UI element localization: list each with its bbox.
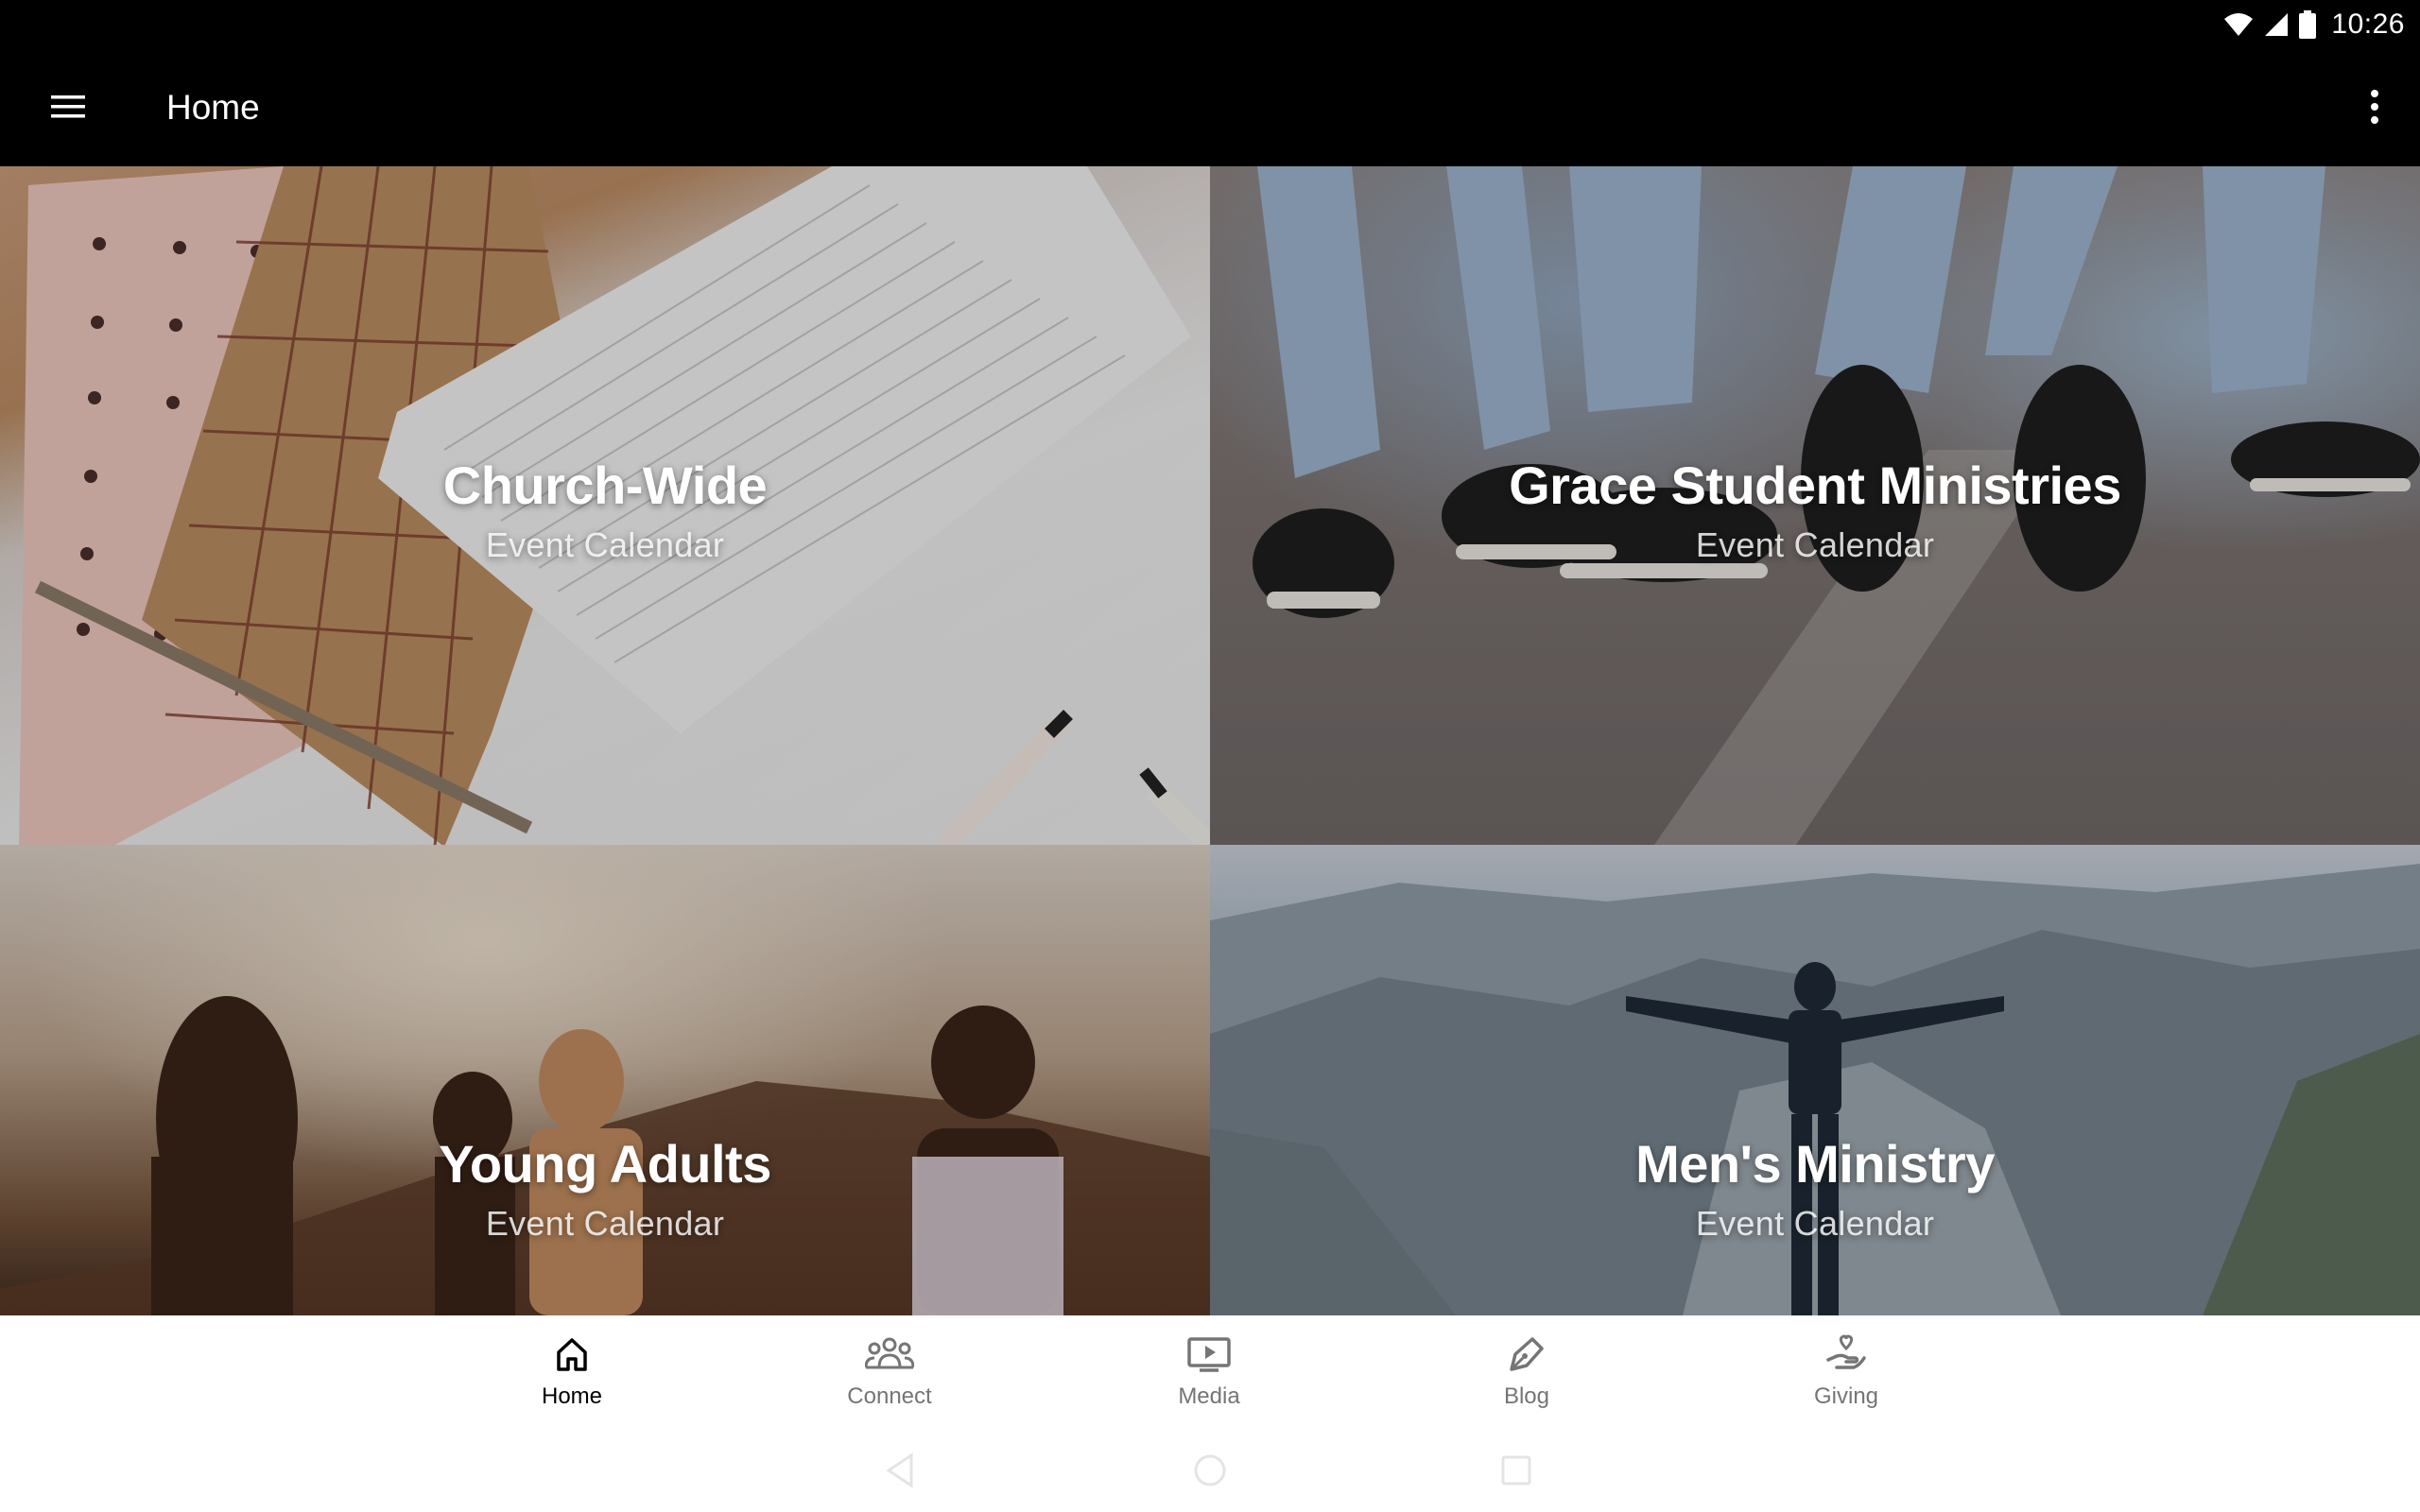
back-icon[interactable] xyxy=(870,1440,930,1501)
tile-mens-ministry[interactable]: Men's Ministry Event Calendar xyxy=(1210,845,2420,1315)
nav-label: Home xyxy=(541,1383,603,1409)
recents-icon[interactable] xyxy=(1486,1440,1547,1501)
home-icon xyxy=(553,1332,591,1376)
tile-young-adults[interactable]: Young Adults Event Calendar xyxy=(0,845,1210,1315)
app-bar: Home xyxy=(0,48,2420,166)
tile-subtitle: Event Calendar xyxy=(485,1204,725,1243)
tile-subtitle: Event Calendar xyxy=(1695,1204,1935,1243)
tile-church-wide[interactable]: Church-Wide Event Calendar xyxy=(0,166,1210,845)
giving-hand-icon xyxy=(1825,1332,1867,1376)
tile-scrim xyxy=(0,845,1210,1315)
nav-label: Media xyxy=(1178,1383,1240,1409)
home-circle-icon[interactable] xyxy=(1180,1440,1240,1501)
page-title: Home xyxy=(166,88,260,127)
nav-giving[interactable]: Giving xyxy=(1733,1315,1960,1429)
calendar-tile-grid: Church-Wide Event Calendar Grace Student… xyxy=(0,166,2420,1315)
pen-icon xyxy=(1506,1332,1547,1376)
signal-icon xyxy=(2263,11,2290,38)
nav-home[interactable]: Home xyxy=(458,1315,685,1429)
play-screen-icon xyxy=(1186,1332,1232,1376)
status-time: 10:26 xyxy=(2331,8,2405,40)
tile-title: Men's Ministry xyxy=(1635,1134,1995,1194)
system-navigation-bar xyxy=(0,1429,2420,1512)
wifi-icon xyxy=(2223,11,2254,38)
tile-title: Church-Wide xyxy=(442,455,768,515)
hamburger-menu-icon[interactable] xyxy=(40,80,96,133)
status-bar: 10:26 xyxy=(0,0,2420,48)
tile-caption: Church-Wide Event Calendar xyxy=(0,455,1210,565)
nav-connect[interactable]: Connect xyxy=(776,1315,1003,1429)
tile-grace-student-ministries[interactable]: Grace Student Ministries Event Calendar xyxy=(1210,166,2420,845)
tile-caption: Grace Student Ministries Event Calendar xyxy=(1210,455,2420,565)
tile-title: Young Adults xyxy=(439,1134,771,1194)
battery-icon xyxy=(2299,9,2317,39)
tile-caption: Young Adults Event Calendar xyxy=(0,1133,1210,1244)
nav-label: Connect xyxy=(847,1383,932,1409)
nav-label: Blog xyxy=(1503,1383,1550,1409)
status-icons: 10:26 xyxy=(2223,0,2405,48)
people-icon xyxy=(865,1332,914,1376)
bottom-navigation: Home Connect Media Blog Giving xyxy=(0,1315,2420,1429)
nav-blog[interactable]: Blog xyxy=(1413,1315,1640,1429)
nav-media[interactable]: Media xyxy=(1096,1315,1322,1429)
tile-title: Grace Student Ministries xyxy=(1509,455,2121,515)
tile-subtitle: Event Calendar xyxy=(485,525,725,564)
tile-scrim xyxy=(1210,845,2420,1315)
tile-caption: Men's Ministry Event Calendar xyxy=(1210,1133,2420,1244)
nav-label: Giving xyxy=(1813,1383,1879,1409)
tile-subtitle: Event Calendar xyxy=(1695,525,1935,564)
more-vert-icon[interactable] xyxy=(2348,80,2401,133)
